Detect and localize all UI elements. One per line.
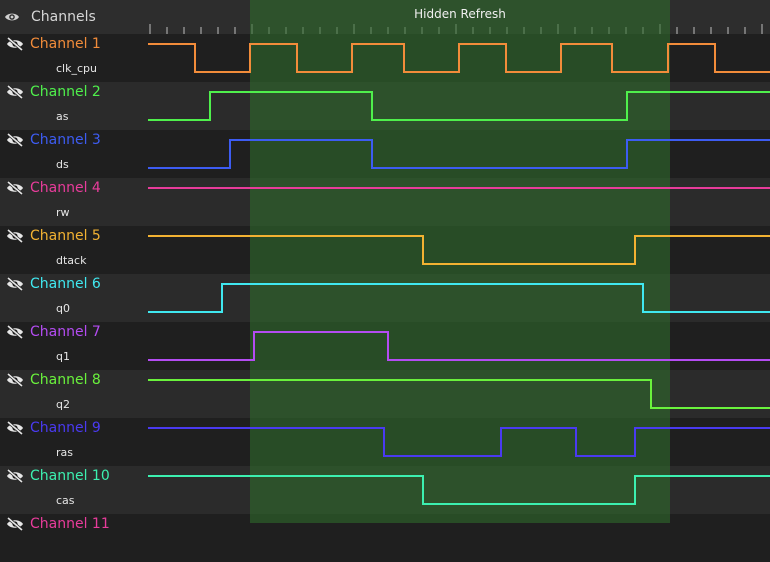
eye-off-icon[interactable] [5,421,25,435]
signal-name: q1 [56,350,70,363]
channel-row[interactable]: Channel 8 q2 [0,370,770,418]
signal-name: rw [56,206,70,219]
channel-name[interactable]: Channel 2 [30,84,101,100]
channel-row[interactable]: Channel 3 ds [0,130,770,178]
channel-row[interactable]: Channel 11 [0,514,770,562]
channel-name[interactable]: Channel 8 [30,372,101,388]
channel-row[interactable]: Channel 6 q0 [0,274,770,322]
channel-label: Channel 8 q2 [0,370,148,418]
signal-name: ras [56,446,73,459]
channel-row[interactable]: Channel 4 rw [0,178,770,226]
header-title: Channels [31,9,96,25]
signal-name: as [56,110,69,123]
signal-name: clk_cpu [56,62,97,75]
channel-name[interactable]: Channel 11 [30,516,110,532]
eye-icon[interactable] [4,9,20,25]
eye-off-icon[interactable] [5,85,25,99]
channel-row[interactable]: Channel 7 q1 [0,322,770,370]
eye-off-icon[interactable] [5,133,25,147]
channel-label: Channel 2 as [0,82,148,130]
channel-label: Channel 4 rw [0,178,148,226]
channel-row[interactable]: Channel 10 cas [0,466,770,514]
channel-name[interactable]: Channel 7 [30,324,101,340]
eye-off-icon[interactable] [5,181,25,195]
channel-name[interactable]: Channel 4 [30,180,101,196]
signal-name: ds [56,158,69,171]
channel-list: Channel 1 clk_cpu Channel 2 as Channel 3 ds Ch… [0,34,770,562]
channel-row[interactable]: Channel 5 dtack [0,226,770,274]
eye-off-icon[interactable] [5,229,25,243]
channel-label: Channel 6 q0 [0,274,148,322]
channel-name[interactable]: Channel 9 [30,420,101,436]
channel-label: Channel 10 cas [0,466,148,514]
eye-off-icon[interactable] [5,277,25,291]
marker-label: Hidden Refresh [414,7,506,21]
eye-off-icon[interactable] [5,469,25,483]
header-left: Channels [0,0,148,34]
channel-label: Channel 9 ras [0,418,148,466]
signal-name: cas [56,494,75,507]
channel-label: Channel 5 dtack [0,226,148,274]
channel-label: Channel 7 q1 [0,322,148,370]
channel-name[interactable]: Channel 10 [30,468,110,484]
channel-name[interactable]: Channel 3 [30,132,101,148]
channel-label: Channel 11 [0,514,148,562]
channel-label: Channel 1 clk_cpu [0,34,148,82]
signal-name: dtack [56,254,87,267]
eye-off-icon[interactable] [5,37,25,51]
channel-name[interactable]: Channel 5 [30,228,101,244]
eye-off-icon[interactable] [5,373,25,387]
channel-row[interactable]: Channel 2 as [0,82,770,130]
channels-header: Channels [0,0,770,35]
channel-name[interactable]: Channel 1 [30,36,101,52]
channel-label: Channel 3 ds [0,130,148,178]
channel-row[interactable]: Channel 9 ras [0,418,770,466]
signal-name: q0 [56,302,70,315]
eye-off-icon[interactable] [5,517,25,531]
channel-name[interactable]: Channel 6 [30,276,101,292]
eye-off-icon[interactable] [5,325,25,339]
channel-row[interactable]: Channel 1 clk_cpu [0,34,770,82]
signal-name: q2 [56,398,70,411]
